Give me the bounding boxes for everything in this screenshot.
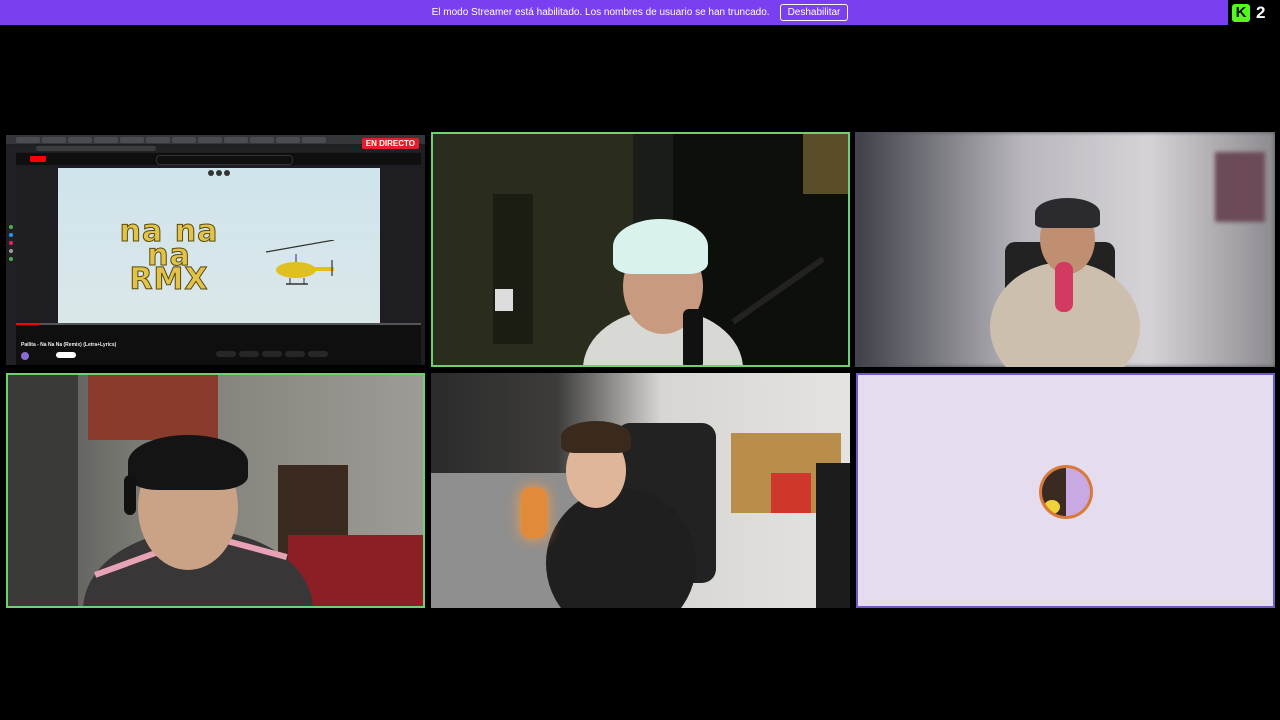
posters [88, 375, 218, 440]
cap [613, 219, 708, 274]
browser-sidebar [6, 145, 16, 365]
video-title-art: na na na RMX [94, 214, 244, 297]
hair [128, 435, 248, 490]
subscribe-button [56, 352, 76, 358]
live-badge: EN DIRECTO [361, 138, 419, 149]
video-meta: Pailita - Na Na Na (Remix) (Letra+Lyrics… [16, 339, 421, 365]
video-controls [16, 325, 421, 339]
participant-avatar-tile[interactable] [856, 373, 1275, 608]
participant-avatar [1039, 465, 1093, 519]
video-title-art-line2: RMX [129, 262, 209, 297]
helicopter-icon [265, 240, 335, 285]
poster [495, 289, 513, 311]
youtube-logo-icon [30, 156, 46, 162]
youtube-header [16, 153, 421, 165]
wall-poster [1215, 152, 1265, 222]
viewer-count: 2 [1256, 2, 1266, 22]
participant-video-tile[interactable] [431, 373, 850, 608]
video-overlay-dots [208, 170, 230, 176]
video-title-art-line1: na na na [119, 214, 219, 273]
microphone [683, 309, 703, 365]
participant-video-tile[interactable] [855, 132, 1275, 367]
cap [1035, 198, 1100, 228]
youtube-search-box [156, 155, 293, 165]
disable-streamer-mode-button[interactable]: Deshabilitar [779, 4, 849, 21]
pc-case [816, 463, 850, 608]
hair [561, 421, 631, 453]
microphone [1055, 262, 1073, 312]
streamer-mode-message: El modo Streamer está habilitado. Los no… [431, 7, 770, 18]
video-title: Pailita - Na Na Na (Remix) (Letra+Lyrics… [21, 342, 117, 348]
streamer-mode-banner: El modo Streamer está habilitado. Los no… [0, 0, 1280, 25]
shelf [8, 375, 78, 606]
video-player: na na na RMX [58, 168, 380, 323]
participant-video-tile[interactable] [6, 373, 425, 608]
participant-video-tile[interactable] [431, 132, 850, 367]
kick-viewer-badge: K 2 [1228, 0, 1280, 25]
video-action-buttons [216, 351, 328, 357]
channel-avatar [21, 352, 29, 360]
headset [124, 475, 136, 515]
kick-logo-icon: K [1232, 3, 1250, 22]
lit-microphone [521, 488, 547, 538]
screenshare-tile[interactable]: na na na RMX Pailita - Na Na Na (Remix) … [6, 135, 425, 365]
door [493, 194, 533, 344]
figure-box [771, 473, 811, 513]
wall-poster [803, 134, 848, 194]
browser-address-bar [16, 145, 421, 152]
